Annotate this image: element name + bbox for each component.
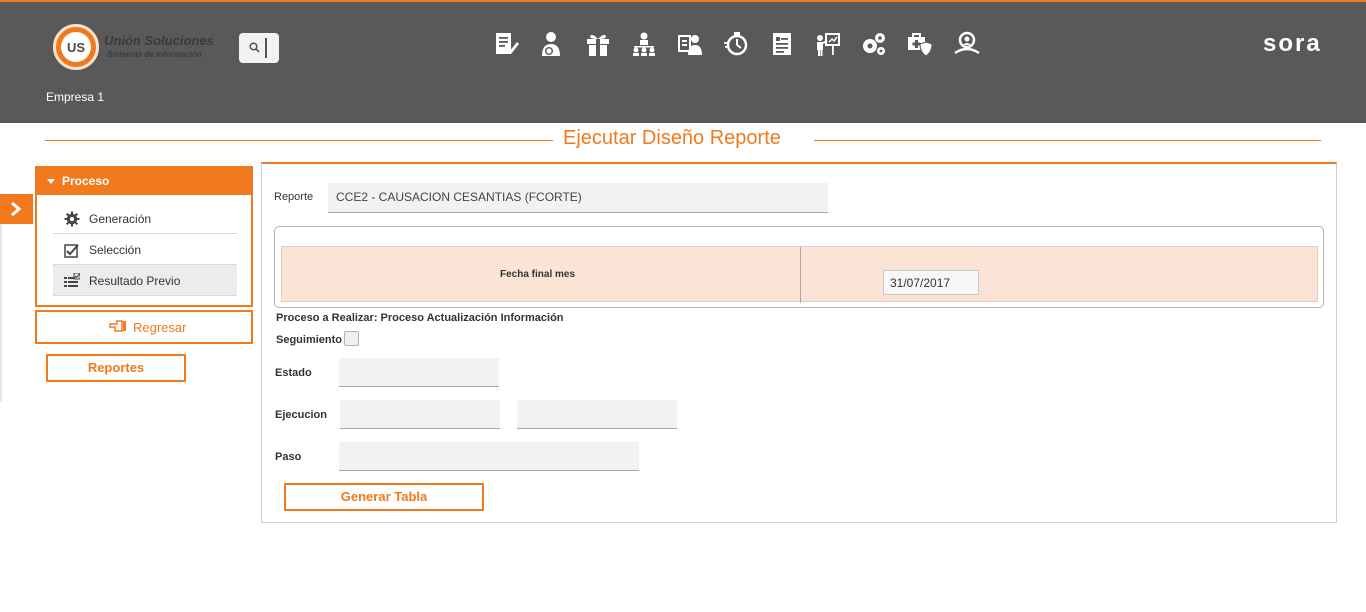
hand-pointing-back-icon [109,320,126,332]
top-header: US Unión Soluciones Sistemas de Informac… [0,0,1366,123]
step-label: Paso [275,451,302,463]
status-label: Estado [275,367,312,379]
status-field [339,358,499,387]
execution-field-1 [340,400,500,429]
tracking-label: Seguimiento [276,334,343,346]
checkbox-icon [64,244,79,258]
stopwatch-icon[interactable] [723,31,751,59]
page-title: Ejecutar Diseño Reporte [563,127,781,149]
logo-subtitle: Sistemas de Información [107,50,202,59]
user-money-icon[interactable] [539,31,567,59]
logo-mark-text: US [61,32,91,62]
process-menu: Proceso Generación Selección Resultado P… [35,166,253,307]
logo-mark: US [53,24,99,70]
execution-label: Ejecucion [275,409,327,421]
org-chart-icon[interactable] [631,31,659,59]
date-input[interactable]: 31/07/2017 [883,270,979,295]
parameter-label: Fecha final mes [500,269,576,280]
gift-icon[interactable] [585,31,613,59]
report-form-panel: Reporte CCE2 - CAUSACION CESANTIAS (FCOR… [261,162,1337,523]
process-description: Proceso a Realizar: Proceso Actualizació… [276,312,564,324]
execution-field-2 [517,400,677,429]
gears-icon[interactable] [861,31,889,59]
process-menu-title: Proceso [62,174,110,188]
gear-icon [64,211,80,227]
step-field [339,442,639,471]
title-divider-right [814,140,1321,141]
report-field: CCE2 - CAUSACION CESANTIAS (FCORTE) [328,183,828,213]
search-button[interactable] [239,33,279,63]
brand-logo: sora [1263,30,1322,57]
menu-item-label: Generación [89,212,152,226]
process-menu-header[interactable]: Proceso [37,168,251,195]
title-divider-left [45,140,553,141]
user-search-icon[interactable] [953,31,981,59]
back-button-label: Regresar [133,320,187,335]
search-icon [249,42,260,53]
chevron-right-icon [11,201,22,217]
company-name: Empresa 1 [46,90,105,104]
report-label: Reporte [274,191,314,203]
search-caret [265,38,267,58]
report-value: CCE2 - CAUSACION CESANTIAS (FCORTE) [336,190,582,204]
caret-down-icon [47,179,55,184]
parameter-row: Fecha final mes 31/07/2017 [281,246,1318,303]
parameters-box: Fecha final mes 31/07/2017 [274,226,1324,308]
reports-button[interactable]: Reportes [46,354,186,382]
tracking-checkbox[interactable] [344,331,359,346]
menu-item-generacion[interactable]: Generación [53,203,237,234]
report-edit-icon[interactable] [493,31,521,59]
sidebar-toggle[interactable] [0,194,33,224]
sidebar-edge [0,224,2,402]
parameter-divider [800,247,801,303]
menu-item-label: Resultado Previo [89,274,181,288]
medical-shield-icon[interactable] [907,31,935,59]
menu-item-label: Selección [89,243,142,257]
menu-item-seleccion[interactable]: Selección [53,234,237,265]
document-list-icon[interactable] [769,31,797,59]
menu-item-resultado-previo[interactable]: Resultado Previo [53,265,237,296]
generate-table-button[interactable]: Generar Tabla [284,483,484,511]
checklist-icon [64,273,80,287]
company-logo[interactable]: US Unión Soluciones Sistemas de Informac… [53,23,223,70]
presenter-icon[interactable] [815,31,843,59]
id-card-user-icon[interactable] [677,31,705,59]
back-button[interactable]: Regresar [35,310,253,344]
logo-title: Unión Soluciones [104,33,214,48]
